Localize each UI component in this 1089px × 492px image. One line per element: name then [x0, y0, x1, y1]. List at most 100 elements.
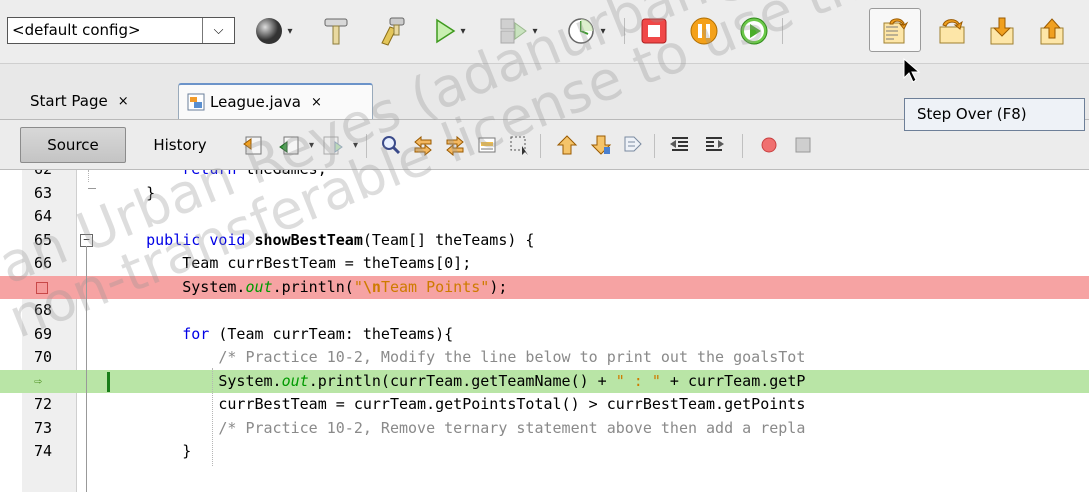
code-text: System.out.println(currTeam.getTeamName(… — [110, 371, 806, 390]
last-edit-button[interactable] — [240, 132, 266, 158]
run-button[interactable] — [428, 14, 472, 48]
close-icon[interactable]: × — [311, 95, 322, 110]
profile-clock-icon — [568, 18, 595, 44]
code-text: Team currBestTeam = theTeams[0]; — [110, 254, 472, 272]
pause-button[interactable] — [686, 14, 722, 48]
code-line[interactable]: 66 Team currBestTeam = theTeams[0]; — [0, 252, 1089, 276]
step-over-tooltip: Step Over (F8) — [904, 98, 1085, 131]
step-out-button[interactable] — [1034, 14, 1070, 48]
config-select-value: <default config> — [8, 18, 203, 43]
find-previous-button[interactable] — [410, 132, 436, 158]
next-bookmark-button[interactable] — [588, 132, 614, 158]
step-into-button[interactable] — [984, 14, 1020, 48]
stop-macro-recording-button[interactable] — [790, 132, 816, 158]
tab-start-page[interactable]: Start Page × — [22, 83, 177, 119]
line-number: 68 — [33, 301, 52, 319]
code-line[interactable]: 65 − public void showBestTeam(Team[] the… — [0, 229, 1089, 253]
tab-label: Start Page — [30, 92, 108, 110]
history-button[interactable]: History — [134, 127, 226, 163]
line-number: 66 — [33, 254, 52, 272]
finish-debugger-button[interactable] — [636, 14, 672, 48]
clean-build-button[interactable] — [372, 14, 412, 48]
code-text: public void showBestTeam(Team[] theTeams… — [146, 230, 535, 249]
line-number: 63 — [33, 183, 52, 202]
fold-guide — [86, 246, 87, 492]
step-over-expression-icon — [939, 19, 965, 44]
comment-text: /* Practice 10-2, Modify the line below … — [110, 348, 806, 366]
bookmark-down-icon — [590, 135, 612, 155]
shift-right-icon — [706, 137, 724, 151]
collapse-fold-icon[interactable]: − — [80, 233, 93, 247]
code-line[interactable]: 73 /* Practice 10-2, Remove ternary stat… — [0, 417, 1089, 441]
globe-button[interactable] — [250, 14, 298, 48]
rectangular-selection-button[interactable] — [506, 132, 532, 158]
code-line[interactable]: 69 for (Team currTeam: theTeams){ — [0, 323, 1089, 347]
record-icon — [761, 137, 777, 153]
current-line[interactable]: ⇨ System.out.println(currTeam.getTeamNam… — [0, 369, 1089, 393]
forward-button[interactable] — [320, 132, 358, 158]
chevron-down-icon[interactable]: ⌵ — [203, 23, 234, 38]
continue-button[interactable] — [736, 14, 772, 48]
start-macro-recording-button[interactable] — [756, 132, 782, 158]
code-line[interactable]: 70 /* Practice 10-2, Modify the line bel… — [0, 346, 1089, 370]
line-number: 65 — [33, 230, 52, 249]
find-next-icon — [446, 135, 464, 156]
find-next-button[interactable] — [442, 132, 468, 158]
debug-project-button[interactable] — [494, 14, 542, 48]
code-text: System.out.println("\nTeam Points"); — [110, 277, 508, 296]
fold-guide — [88, 170, 89, 182]
magnifier-icon — [382, 136, 401, 155]
bookmark-up-icon — [556, 135, 578, 155]
toolbar-separator — [624, 18, 625, 44]
close-icon[interactable]: × — [118, 94, 129, 109]
stop-icon — [641, 18, 667, 44]
code-text: } — [110, 183, 156, 202]
step-over-button[interactable] — [869, 8, 921, 52]
breakpoint-line[interactable]: System.out.println("\nTeam Points"); — [0, 275, 1089, 299]
code-line[interactable]: 74 } — [0, 440, 1089, 464]
shift-left-button[interactable] — [666, 132, 692, 158]
line-number: 73 — [33, 418, 52, 437]
continue-icon — [740, 17, 768, 45]
last-edit-icon — [243, 136, 262, 155]
debug-project-icon — [500, 18, 528, 44]
code-line[interactable]: 72 currBestTeam = currTeam.getPointsTota… — [0, 393, 1089, 417]
shift-left-icon — [670, 137, 688, 151]
highlight-icon — [478, 137, 496, 153]
globe-icon — [256, 18, 283, 44]
tab-league-java[interactable]: League.java × — [178, 83, 373, 119]
code-line[interactable]: 63 } — [0, 182, 1089, 206]
java-file-icon — [187, 93, 205, 111]
step-out-icon — [1040, 18, 1064, 45]
toggle-bookmark-button[interactable] — [620, 132, 646, 158]
code-line[interactable]: 64 — [0, 205, 1089, 229]
shift-right-button[interactable] — [702, 132, 728, 158]
breakpoint-icon[interactable] — [36, 281, 48, 294]
line-number: 70 — [33, 348, 52, 366]
code-line[interactable]: 68 — [0, 299, 1089, 323]
previous-bookmark-button[interactable] — [554, 132, 580, 158]
back-button[interactable] — [276, 132, 314, 158]
toolbar-separator — [366, 134, 367, 158]
source-button[interactable]: Source — [20, 127, 126, 163]
config-select[interactable]: <default config> ⌵ — [7, 17, 235, 44]
step-into-icon — [990, 17, 1014, 45]
toggle-highlight-button[interactable] — [474, 132, 500, 158]
mouse-pointer-icon — [903, 58, 921, 83]
profile-button[interactable] — [562, 14, 610, 48]
code-text: currBestTeam = currTeam.getPointsTotal()… — [110, 395, 806, 413]
line-number: 72 — [33, 395, 52, 413]
bookmark-toggle-icon — [624, 136, 642, 152]
stop-square-icon — [795, 137, 811, 153]
main-toolbar: <default config> ⌵ — [0, 0, 1089, 64]
find-selection-button[interactable] — [378, 132, 404, 158]
program-counter-arrow-icon: ⇨ — [34, 373, 42, 389]
toolbar-separator — [540, 134, 541, 158]
code-editor[interactable]: 62 return theGames; 63 } 64 65 − public … — [0, 170, 1089, 492]
play-icon — [436, 18, 456, 44]
code-line[interactable]: 62 return theGames; — [0, 170, 1089, 182]
code-text: return theGames; — [110, 170, 327, 182]
step-over-expression-button[interactable] — [934, 14, 970, 48]
indent-guide — [212, 368, 213, 466]
build-button[interactable] — [318, 14, 354, 48]
